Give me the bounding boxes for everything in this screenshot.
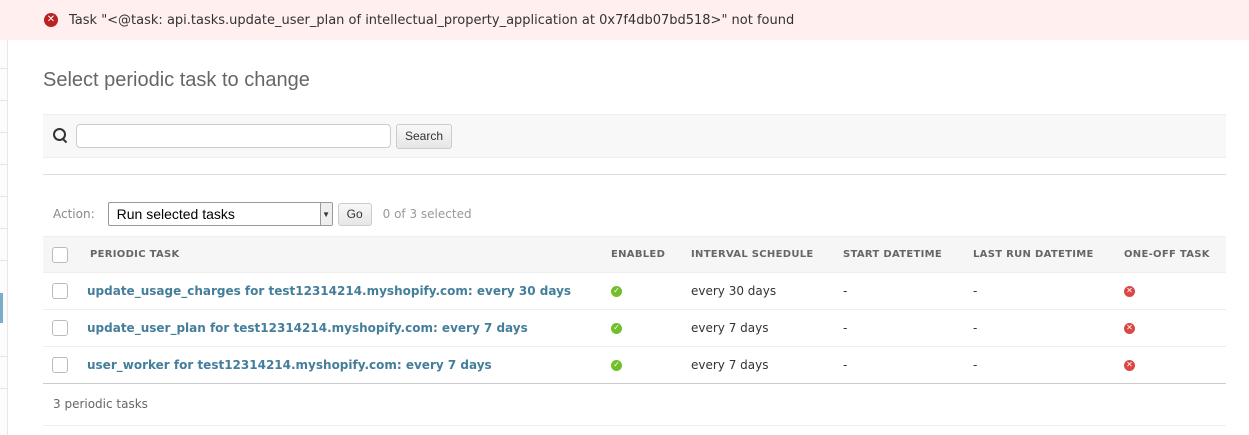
table-row: update_user_plan for test12314214.myshop… bbox=[43, 309, 1226, 347]
edge-divider bbox=[0, 132, 8, 133]
go-button[interactable]: Go bbox=[337, 202, 372, 226]
enabled-cell: ✓ bbox=[611, 272, 691, 310]
search-input[interactable] bbox=[76, 124, 391, 148]
edge-divider bbox=[0, 196, 8, 197]
table-row: update_usage_charges for test12314214.my… bbox=[43, 272, 1226, 310]
search-button[interactable]: Search bbox=[396, 123, 453, 149]
search-toolbar: Search bbox=[43, 114, 1226, 158]
check-icon: ✓ bbox=[611, 359, 622, 371]
one-off-cell: ✕ bbox=[1124, 346, 1226, 384]
error-icon: ✕ bbox=[44, 13, 58, 27]
row-checkbox[interactable] bbox=[52, 320, 68, 336]
page-title: Select periodic task to change bbox=[43, 69, 310, 91]
footer-divider bbox=[43, 425, 1226, 426]
task-link[interactable]: update_user_plan for test12314214.myshop… bbox=[87, 321, 528, 335]
header-one-off-task[interactable]: ONE-OFF TASK bbox=[1124, 236, 1226, 273]
last-run-cell: - bbox=[973, 309, 1124, 347]
search-icon bbox=[53, 128, 69, 144]
actions-bar: Action: Run selected tasks ▼ Go 0 of 3 s… bbox=[53, 201, 472, 227]
header-last-run-datetime[interactable]: LAST RUN DATETIME bbox=[973, 236, 1124, 273]
enabled-cell: ✓ bbox=[611, 346, 691, 384]
start-datetime-cell: - bbox=[843, 309, 973, 347]
start-datetime-cell: - bbox=[843, 272, 973, 310]
action-select[interactable]: Run selected tasks ▼ bbox=[107, 202, 333, 226]
header-interval-schedule[interactable]: INTERVAL SCHEDULE bbox=[691, 236, 843, 273]
select-all-checkbox[interactable] bbox=[52, 246, 68, 263]
task-link[interactable]: update_usage_charges for test12314214.my… bbox=[87, 284, 571, 298]
row-checkbox-cell bbox=[43, 309, 87, 347]
edge-divider bbox=[0, 228, 8, 229]
row-checkbox[interactable] bbox=[52, 283, 68, 299]
row-checkbox[interactable] bbox=[52, 357, 68, 373]
cross-icon: ✕ bbox=[1124, 359, 1135, 371]
chevron-down-icon[interactable]: ▼ bbox=[319, 203, 332, 225]
action-label: Action: bbox=[53, 207, 95, 221]
last-run-cell: - bbox=[973, 272, 1124, 310]
cross-icon: ✕ bbox=[1124, 285, 1135, 297]
header-start-datetime[interactable]: START DATETIME bbox=[843, 236, 973, 273]
interval-cell: every 7 days bbox=[691, 346, 843, 384]
task-name-cell: update_usage_charges for test12314214.my… bbox=[87, 272, 611, 310]
edge-divider bbox=[0, 388, 8, 389]
edge-divider bbox=[0, 260, 8, 261]
action-select-value: Run selected tasks bbox=[116, 206, 235, 222]
start-datetime-cell: - bbox=[843, 346, 973, 384]
edge-divider bbox=[0, 356, 8, 357]
row-checkbox-cell bbox=[43, 346, 87, 384]
edge-active-marker bbox=[0, 293, 3, 323]
error-message-text: Task "<@task: api.tasks.update_user_plan… bbox=[69, 12, 795, 28]
one-off-cell: ✕ bbox=[1124, 272, 1226, 310]
check-icon: ✓ bbox=[611, 322, 622, 334]
task-name-cell: user_worker for test12314214.myshopify.c… bbox=[87, 346, 611, 384]
interval-cell: every 7 days bbox=[691, 309, 843, 347]
select-all-header bbox=[43, 236, 87, 273]
table-header-row: PERIODIC TASK ENABLED INTERVAL SCHEDULE … bbox=[43, 236, 1226, 273]
task-link[interactable]: user_worker for test12314214.myshopify.c… bbox=[87, 358, 492, 372]
selection-counter: 0 of 3 selected bbox=[382, 207, 472, 221]
error-message-banner: ✕ Task "<@task: api.tasks.update_user_pl… bbox=[0, 0, 1249, 40]
last-run-cell: - bbox=[973, 346, 1124, 384]
paginator: 3 periodic tasks bbox=[53, 397, 148, 411]
interval-cell: every 30 days bbox=[691, 272, 843, 310]
left-edge-strip bbox=[0, 0, 8, 435]
enabled-cell: ✓ bbox=[611, 309, 691, 347]
cross-icon: ✕ bbox=[1124, 322, 1135, 334]
section-divider bbox=[43, 174, 1226, 175]
check-icon: ✓ bbox=[611, 285, 622, 297]
header-periodic-task[interactable]: PERIODIC TASK bbox=[87, 236, 611, 273]
task-name-cell: update_user_plan for test12314214.myshop… bbox=[87, 309, 611, 347]
one-off-cell: ✕ bbox=[1124, 309, 1226, 347]
table-row: user_worker for test12314214.myshopify.c… bbox=[43, 346, 1226, 384]
results-table: PERIODIC TASK ENABLED INTERVAL SCHEDULE … bbox=[43, 236, 1226, 384]
row-checkbox-cell bbox=[43, 272, 87, 310]
edge-divider bbox=[0, 164, 8, 165]
edge-divider bbox=[0, 100, 8, 101]
edge-divider bbox=[0, 68, 8, 69]
header-enabled[interactable]: ENABLED bbox=[611, 236, 691, 273]
